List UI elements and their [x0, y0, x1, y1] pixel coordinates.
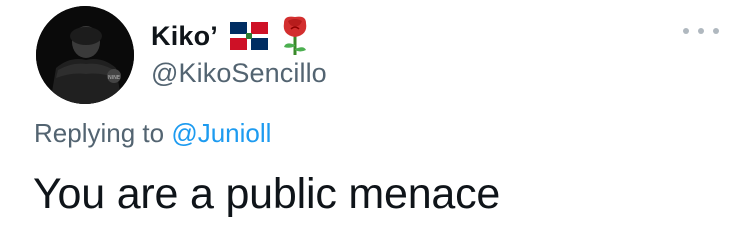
- more-options-button[interactable]: [683, 22, 719, 40]
- reply-mention-link[interactable]: @Junioll: [171, 118, 271, 148]
- more-horizontal-icon: [713, 28, 719, 34]
- replying-to-label: Replying to: [34, 118, 172, 148]
- author-handle[interactable]: @KikoSencillo: [151, 58, 327, 89]
- svg-text:NINE: NINE: [108, 75, 120, 81]
- avatar[interactable]: NINE: [36, 6, 134, 104]
- dominican-flag-icon: [230, 22, 269, 50]
- rose-icon: [278, 13, 312, 55]
- more-horizontal-icon: [698, 28, 704, 34]
- replying-to-line: Replying to @Junioll: [34, 118, 271, 149]
- author-display-name[interactable]: Kiko’: [151, 21, 218, 52]
- author-name-row: Kiko’: [151, 14, 312, 58]
- tweet-text: You are a public menace: [33, 170, 501, 218]
- avatar-image: NINE: [36, 6, 134, 104]
- more-horizontal-icon: [683, 28, 689, 34]
